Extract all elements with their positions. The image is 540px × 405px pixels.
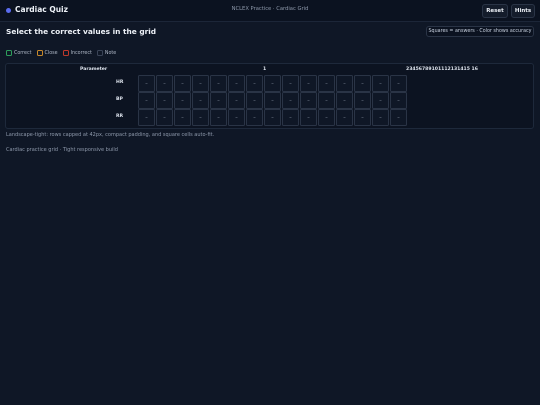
grid-cell[interactable]: – (210, 92, 227, 109)
grid-cell[interactable]: – (156, 92, 173, 109)
grid-cell[interactable]: – (210, 109, 227, 126)
grid-cell[interactable]: – (138, 109, 155, 126)
legend-swatch-icon (6, 50, 12, 56)
grid-cell[interactable]: – (156, 109, 173, 126)
grid-cell[interactable]: – (174, 92, 191, 109)
legend-item-incorrect: Incorrect (62, 50, 92, 56)
grid-cell[interactable]: – (354, 92, 371, 109)
legend-swatch-icon (36, 50, 43, 56)
legend-swatch-icon (62, 50, 69, 56)
legend-swatch-icon (96, 50, 103, 56)
grid-cell[interactable]: – (390, 109, 407, 126)
page-title: Select the correct values in the grid (6, 27, 157, 36)
legend-item-correct: Correct (6, 50, 32, 56)
grid-cell[interactable]: – (228, 92, 245, 109)
grid-cell[interactable]: – (318, 109, 335, 126)
legend-label: Incorrect (70, 50, 92, 56)
grid-cell[interactable]: – (318, 75, 335, 92)
grid-cell[interactable]: – (264, 75, 281, 92)
grid-cell[interactable]: – (354, 75, 371, 92)
legend: Correct Close Incorrect Note (6, 50, 121, 56)
row-label-hr: HR (116, 80, 124, 85)
legend-label: Close (44, 50, 58, 56)
info-badge: Squares = answers · Color shows accuracy (426, 26, 534, 37)
reset-button[interactable]: Reset (482, 4, 508, 18)
grid-cell[interactable]: – (372, 92, 389, 109)
grid-cell[interactable]: – (390, 92, 407, 109)
grid-cell[interactable]: – (192, 92, 209, 109)
legend-label: Note (104, 50, 117, 56)
parameter-column-header: Parameter (80, 67, 108, 72)
grid-cell[interactable]: – (336, 109, 353, 126)
layout-note: Landscape-tight: rows capped at 42px, co… (6, 132, 215, 138)
grid-cell[interactable]: – (282, 109, 299, 126)
column-headers-2-16: 23456789101112131415 16 (406, 67, 478, 72)
grid-cell[interactable]: – (300, 109, 317, 126)
grid-cell[interactable]: – (192, 75, 209, 92)
header-subtitle: NCLEX Practice · Cardiac Grid (231, 6, 309, 12)
footer-text: Cardiac practice grid · Tight responsive… (6, 147, 118, 153)
grid-cell[interactable]: – (336, 75, 353, 92)
legend-label: Correct (14, 50, 32, 56)
grid-cell[interactable]: – (228, 75, 245, 92)
hints-button[interactable]: Hints (511, 4, 535, 18)
grid-cell[interactable]: – (282, 75, 299, 92)
grid-cell[interactable]: – (354, 109, 371, 126)
grid-cell[interactable]: – (174, 109, 191, 126)
grid-cell[interactable]: – (372, 109, 389, 126)
grid-cell[interactable]: – (228, 109, 245, 126)
grid-cell[interactable]: – (138, 75, 155, 92)
column-header-1: 1 (263, 67, 267, 72)
answer-grid: Parameter 1 23456789101112131415 16 HR – –… (5, 63, 534, 129)
grid-cell[interactable]: – (300, 75, 317, 92)
legend-item-close: Close (36, 50, 58, 56)
legend-item-note: Note (96, 50, 117, 56)
grid-cell[interactable]: – (300, 92, 317, 109)
grid-cell[interactable]: – (390, 75, 407, 92)
grid-cell[interactable]: – (264, 92, 281, 109)
grid-cell[interactable]: – (192, 109, 209, 126)
row-label-rr: RR (116, 114, 124, 119)
grid-cell[interactable]: – (210, 75, 227, 92)
grid-cell[interactable]: – (372, 75, 389, 92)
grid-cell[interactable]: – (174, 75, 191, 92)
row-label-bp: BP (116, 97, 123, 102)
app-header: Cardiac Quiz NCLEX Practice · Cardiac Gr… (0, 0, 540, 22)
grid-cell[interactable]: – (156, 75, 173, 92)
grid-cell[interactable]: – (246, 92, 263, 109)
grid-cell[interactable]: – (264, 109, 281, 126)
grid-cell[interactable]: – (138, 92, 155, 109)
grid-cell[interactable]: – (318, 92, 335, 109)
grid-cell[interactable]: – (282, 92, 299, 109)
grid-cell[interactable]: – (246, 75, 263, 92)
grid-cell[interactable]: – (336, 92, 353, 109)
grid-cell[interactable]: – (246, 109, 263, 126)
